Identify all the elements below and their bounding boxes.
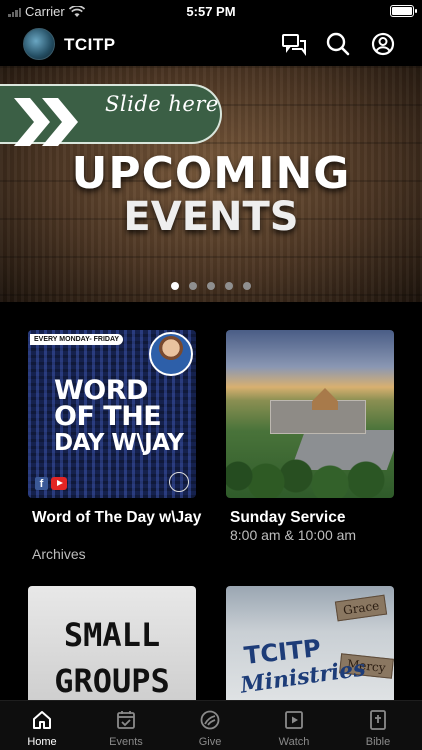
tab-watch[interactable]: Watch	[252, 701, 336, 750]
home-icon	[33, 711, 51, 729]
card-subtitle: Archives	[32, 546, 86, 562]
status-bar: Carrier 5:57 PM	[0, 0, 422, 24]
thumb-line-3: DAY W\JAY	[54, 430, 184, 456]
youtube-icon	[51, 477, 67, 490]
page-indicator[interactable]	[0, 282, 422, 290]
app-title: TCITP	[64, 35, 116, 54]
thumb-line-2: GROUPS	[54, 662, 170, 700]
page-dot[interactable]	[189, 282, 197, 290]
chat-icon[interactable]	[280, 30, 308, 58]
facebook-icon: f	[35, 477, 48, 490]
tab-label: Bible	[365, 736, 391, 748]
battery-icon	[390, 5, 417, 17]
church-photo[interactable]	[226, 330, 394, 498]
church-logo[interactable]	[23, 28, 55, 60]
slide-here-text: Slide here	[105, 92, 219, 116]
events-banner[interactable]: Slide here UPCOMING EVENTS	[0, 66, 422, 302]
tab-give[interactable]: Give	[168, 701, 252, 750]
card-subtitle: 8:00 am & 10:00 am	[230, 527, 357, 543]
profile-icon[interactable]	[369, 30, 397, 58]
church-roof	[312, 388, 338, 410]
page-dot[interactable]	[243, 282, 251, 290]
tab-bar: Home Events Give Watch Bible	[0, 700, 422, 750]
banner-title-line1: UPCOMING	[71, 148, 351, 199]
card-title[interactable]: Sunday Service	[230, 508, 400, 527]
page-dot[interactable]	[207, 282, 215, 290]
banner-title-line2: EVENTS	[123, 194, 299, 240]
tab-home[interactable]: Home	[0, 701, 84, 750]
clock: 5:57 PM	[186, 4, 236, 19]
search-icon[interactable]	[324, 30, 352, 58]
host-photo	[149, 332, 193, 376]
thumb-line-1: SMALL	[63, 616, 161, 654]
chevrons-right-icon	[14, 98, 78, 146]
trees	[226, 446, 394, 498]
tab-events[interactable]: Events	[84, 701, 168, 750]
small-groups-thumbnail[interactable]: SMALL GROUPS	[28, 586, 196, 700]
tab-label: Events	[109, 736, 143, 748]
ministries-thumbnail[interactable]: Grace Mercy TCITP Ministries	[226, 586, 394, 700]
app-header: TCITP	[0, 24, 422, 64]
schedule-tag: EVERY MONDAY- FRIDAY	[30, 334, 124, 345]
word-of-the-day-thumbnail[interactable]: EVERY MONDAY- FRIDAY WORD OF THE DAY W\J…	[28, 330, 196, 498]
tab-label: Home	[27, 736, 57, 748]
give-icon	[200, 710, 220, 730]
page-dot[interactable]	[225, 282, 233, 290]
sign-grace: Grace	[334, 594, 388, 622]
thumb-line-2: OF THE	[54, 401, 162, 432]
page-dot[interactable]	[171, 282, 179, 290]
card-title[interactable]: Word of The Day w\Jay	[32, 508, 202, 527]
tab-bible[interactable]: Bible	[336, 701, 420, 750]
play-icon	[285, 711, 303, 729]
bible-icon	[370, 710, 386, 730]
tab-label: Watch	[278, 736, 310, 748]
tab-label: Give	[198, 736, 222, 748]
globe-icon	[169, 472, 189, 492]
calendar-check-icon	[117, 711, 135, 729]
